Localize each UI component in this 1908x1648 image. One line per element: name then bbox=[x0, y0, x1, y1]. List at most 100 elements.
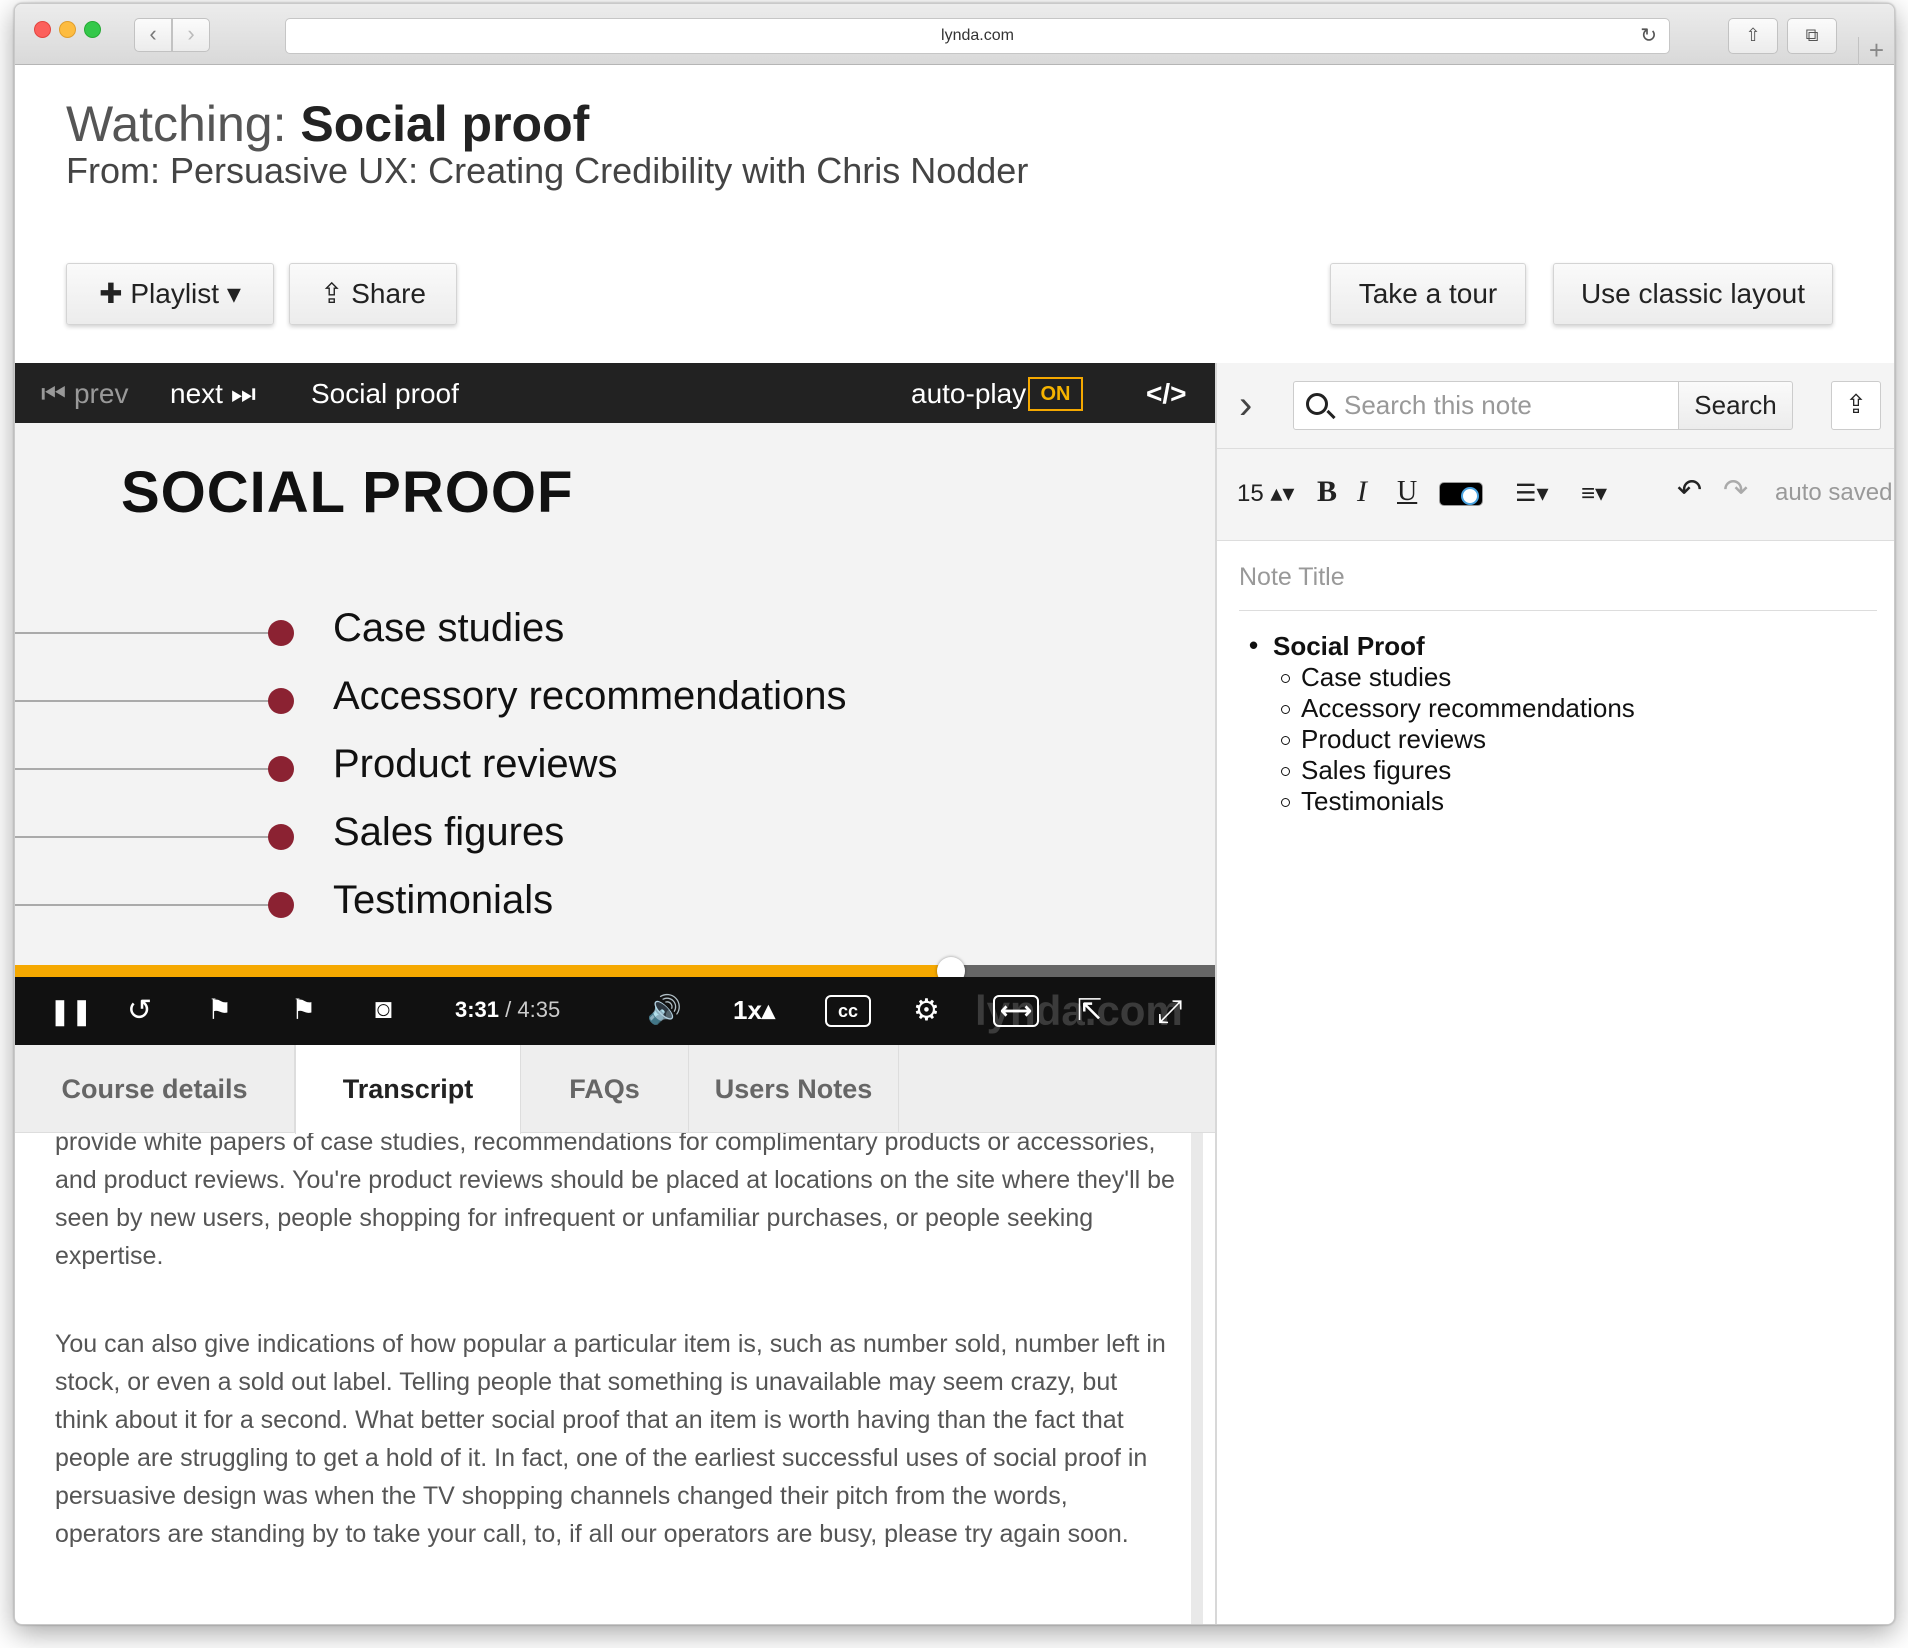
back-button[interactable]: ‹ bbox=[134, 18, 172, 52]
total-time: / 4:35 bbox=[505, 997, 561, 1022]
export-note-icon[interactable]: ⇪ bbox=[1831, 381, 1881, 430]
fullscreen-icon[interactable]: ⤢ bbox=[1157, 993, 1183, 1031]
slide-item: Product reviews bbox=[333, 742, 618, 786]
underline-button[interactable]: U bbox=[1397, 476, 1417, 508]
transcript-panel[interactable]: provide white papers of case studies, re… bbox=[15, 1133, 1203, 1624]
zoom-window-button[interactable] bbox=[84, 21, 101, 38]
volume-icon[interactable]: 🔊 bbox=[647, 993, 682, 1026]
url-text: lynda.com bbox=[941, 27, 1014, 44]
share-page-button[interactable]: ⇧ bbox=[1728, 18, 1778, 54]
playback-speed-button[interactable]: 1x▴ bbox=[733, 995, 775, 1026]
pause-icon[interactable]: ❚❚ bbox=[49, 996, 93, 1027]
save-status: auto saved bbox=[1775, 479, 1893, 506]
note-list-item: Accessory recommendations bbox=[1281, 693, 1635, 723]
timed-bookmark-icon[interactable]: ⚑ bbox=[291, 993, 316, 1026]
redo-icon[interactable]: ↷ bbox=[1723, 473, 1748, 508]
prev-video-button[interactable]: ⏮ prev bbox=[41, 378, 128, 411]
slide-bullet-dot bbox=[268, 756, 294, 782]
autoplay-label: auto-play bbox=[911, 378, 1027, 409]
video-title: Social proof bbox=[300, 96, 590, 152]
search-icon bbox=[1306, 393, 1328, 415]
take-tour-button[interactable]: Take a tour bbox=[1330, 263, 1526, 325]
collapse-panel-icon[interactable]: › bbox=[1239, 383, 1252, 428]
browser-window: ‹ › lynda.com ↻ ⇧ ⧉ + Watching: Social p… bbox=[14, 3, 1895, 1625]
watching-label: Watching: bbox=[66, 96, 287, 152]
slide-connector-line bbox=[15, 768, 281, 770]
align-icon[interactable]: ≡▾ bbox=[1581, 479, 1607, 508]
classic-layout-button[interactable]: Use classic layout bbox=[1553, 263, 1833, 325]
notes-search-bar: › Search this note Search ⇪ bbox=[1217, 363, 1894, 449]
wide-mode-icon[interactable]: ⟷ bbox=[993, 995, 1039, 1027]
italic-button[interactable]: I bbox=[1357, 475, 1367, 509]
new-tab-button[interactable]: + bbox=[1858, 37, 1894, 65]
browser-toolbar: ‹ › lynda.com ↻ ⇧ ⧉ + bbox=[15, 4, 1894, 65]
slide-item: Accessory recommendations bbox=[333, 674, 847, 718]
camera-snapshot-icon[interactable]: ◙ bbox=[375, 993, 392, 1025]
note-search-button[interactable]: Search bbox=[1678, 381, 1793, 430]
current-time: 3:31 bbox=[455, 997, 500, 1022]
embed-code-icon[interactable]: </> bbox=[1146, 378, 1186, 410]
back-icon: ‹ bbox=[149, 21, 157, 46]
slide-item: Sales figures bbox=[333, 810, 565, 854]
share-button[interactable]: ⇪ Share bbox=[289, 263, 457, 325]
list-format-icon[interactable]: ☰▾ bbox=[1515, 479, 1549, 508]
reload-icon[interactable]: ↻ bbox=[1640, 19, 1657, 53]
bold-button[interactable]: B bbox=[1317, 475, 1337, 509]
note-search-input[interactable]: Search this note bbox=[1293, 381, 1679, 430]
slide-item: Testimonials bbox=[333, 878, 554, 922]
autoplay-toggle[interactable]: ON bbox=[1028, 377, 1083, 411]
bookmark-icon[interactable]: ⚑ bbox=[207, 993, 232, 1026]
video-bar-title: Social proof bbox=[311, 378, 459, 409]
note-body[interactable]: Social Proof Case studies Accessory reco… bbox=[1249, 630, 1635, 817]
popout-icon[interactable]: ⇱ bbox=[1077, 993, 1102, 1028]
closed-captions-button[interactable]: cc bbox=[825, 995, 871, 1027]
close-window-button[interactable] bbox=[34, 21, 51, 38]
font-size-stepper[interactable]: 15 ▴▾ bbox=[1237, 479, 1294, 508]
replay-10-icon[interactable]: ↺ bbox=[127, 993, 152, 1028]
slide-connector-line bbox=[15, 836, 281, 838]
note-list-heading: Social Proof bbox=[1249, 630, 1635, 662]
course-source: From: Persuasive UX: Creating Credibilit… bbox=[66, 150, 1029, 191]
note-list-item: Sales figures bbox=[1281, 755, 1635, 786]
time-display: 3:31 / 4:35 bbox=[455, 997, 560, 1023]
slide-title: SOCIAL PROOF bbox=[121, 460, 574, 525]
slide-bullet-dot bbox=[268, 892, 294, 918]
slide-item: Case studies bbox=[333, 606, 565, 650]
note-list-item: Product reviews bbox=[1281, 724, 1635, 755]
minimize-window-button[interactable] bbox=[59, 21, 76, 38]
tab-transcript[interactable]: Transcript bbox=[295, 1045, 521, 1134]
slide-connector-line bbox=[15, 700, 281, 702]
player-controls: lynda.com ❚❚ ↺ ⚑ ⚑ ◙ 3:31 / 4:35 🔊 1x▴ c… bbox=[15, 977, 1215, 1045]
slide-bullet-dot bbox=[268, 688, 294, 714]
slide-connector-line bbox=[15, 632, 281, 634]
settings-icon[interactable]: ⚙ bbox=[913, 993, 940, 1028]
playlist-button[interactable]: ✚ Playlist ▾ bbox=[66, 263, 274, 325]
transcript-paragraph: provide white papers of case studies, re… bbox=[55, 1133, 1175, 1270]
tab-users-notes[interactable]: Users Notes bbox=[689, 1045, 899, 1133]
next-video-button[interactable]: next ⏭ bbox=[170, 378, 256, 411]
page-title: Watching: Social proof bbox=[66, 95, 589, 153]
tabs-icon: ⧉ bbox=[1805, 25, 1819, 45]
video-progress-bar[interactable] bbox=[15, 957, 1215, 985]
address-bar[interactable]: lynda.com ↻ bbox=[285, 18, 1670, 54]
tab-course-details[interactable]: Course details bbox=[15, 1045, 295, 1133]
undo-icon[interactable]: ↶ bbox=[1677, 473, 1702, 508]
video-frame[interactable]: SOCIAL PROOF Case studies Accessory reco… bbox=[15, 423, 1215, 965]
tab-faqs[interactable]: FAQs bbox=[521, 1045, 689, 1133]
progress-fill bbox=[15, 965, 951, 977]
notes-panel: › Search this note Search ⇪ 15 ▴▾ B I U … bbox=[1215, 363, 1894, 1624]
slide-bullet-dot bbox=[268, 620, 294, 646]
video-title-bar: ⏮ prev next ⏭ Social proof auto-play ON … bbox=[15, 363, 1215, 423]
search-placeholder: Search this note bbox=[1344, 390, 1532, 420]
note-title-field[interactable]: Note Title bbox=[1239, 563, 1877, 611]
editor-toolbar: 15 ▴▾ B I U ☰▾ ≡▾ ↶ ↷ auto saved bbox=[1217, 449, 1894, 541]
text-color-picker[interactable] bbox=[1439, 482, 1483, 506]
forward-button[interactable]: › bbox=[172, 18, 210, 52]
transcript-paragraph: You can also give indications of how pop… bbox=[55, 1330, 1166, 1548]
content-tabs: Course details Transcript FAQs Users Not… bbox=[15, 1045, 1215, 1134]
share-icon: ⇧ bbox=[1745, 25, 1761, 45]
forward-icon: › bbox=[187, 21, 195, 46]
slide-connector-line bbox=[15, 904, 281, 906]
show-tabs-button[interactable]: ⧉ bbox=[1787, 18, 1837, 54]
slide-bullet-dot bbox=[268, 824, 294, 850]
